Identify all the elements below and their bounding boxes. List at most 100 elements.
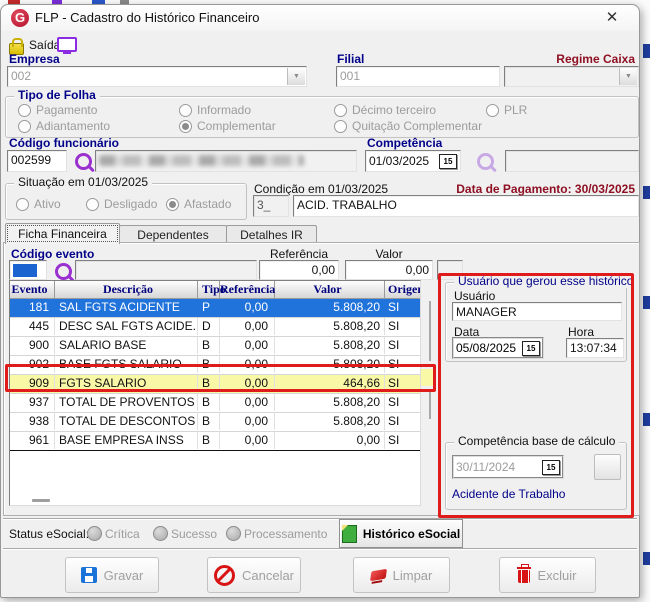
radio-label: Ativo xyxy=(34,197,61,211)
save-icon xyxy=(80,567,97,583)
status-critica-icon xyxy=(87,526,102,541)
calendar-icon[interactable]: 15 xyxy=(439,153,457,169)
redacted-name xyxy=(99,155,304,166)
col-evento[interactable]: Evento xyxy=(10,281,55,298)
codigo-evento-input[interactable] xyxy=(9,260,47,280)
radio-pagamento[interactable]: Pagamento xyxy=(18,103,97,117)
eraser-icon xyxy=(369,568,387,582)
calendar-icon[interactable]: 15 xyxy=(542,459,560,475)
tab-ficha-financeira[interactable]: Ficha Financeira xyxy=(5,223,120,244)
search-evento-icon[interactable] xyxy=(55,263,72,280)
data-input[interactable]: 05/08/2025 15 xyxy=(452,337,544,359)
col-descricao[interactable]: Descrição xyxy=(55,281,198,298)
radio-icon xyxy=(18,119,31,133)
chevron-down-icon[interactable]: ▼ xyxy=(287,68,305,85)
radio-decimo-terceiro[interactable]: Décimo terceiro xyxy=(334,103,436,117)
calendar-icon[interactable]: 15 xyxy=(522,340,540,356)
close-icon[interactable]: ✕ xyxy=(601,8,623,28)
divider xyxy=(3,548,637,550)
radio-icon xyxy=(18,103,31,117)
filial-combobox[interactable]: 001 xyxy=(336,66,500,87)
usuario-groupbox: Usuário que gerou esse histórico Usuário… xyxy=(445,274,638,362)
radio-icon xyxy=(166,197,179,211)
usuario-input[interactable]: MANAGER xyxy=(452,302,622,321)
codigo-funcionario-input[interactable]: 002599 xyxy=(7,150,67,172)
radio-label: Desligado xyxy=(104,197,158,211)
competencia-date-input[interactable]: 01/03/2025 15 xyxy=(365,150,461,172)
competencia-base-button[interactable] xyxy=(594,454,621,480)
document-icon xyxy=(341,524,357,543)
codigo-funcionario-label: Código funcionário xyxy=(9,136,119,150)
col-referencia[interactable]: Referência xyxy=(220,281,275,298)
radio-label: Quitação Complementar xyxy=(352,119,483,133)
table-row[interactable]: 900 SALARIO BASE B 0,00 5.808,20 SI xyxy=(10,337,420,356)
status-critica-label: Crítica xyxy=(105,527,140,541)
regime-caixa-combobox[interactable]: ▼ xyxy=(504,66,639,87)
table-row[interactable]: 902 BASE FGTS SALARIO B 0,00 5.808,20 SI xyxy=(10,356,420,375)
vertical-scrollbar[interactable] xyxy=(429,301,431,361)
table-row[interactable]: 181 SAL FGTS ACIDENTE P 0,00 5.808,20 SI xyxy=(10,299,420,318)
search-competencia-icon[interactable] xyxy=(477,153,494,170)
competencia-extra-field xyxy=(505,150,639,172)
competencia-label: Competência xyxy=(367,136,443,150)
radio-informado[interactable]: Informado xyxy=(179,103,251,117)
window-title: FLP - Cadastro do Histórico Financeiro xyxy=(35,10,260,25)
radio-icon xyxy=(16,197,29,211)
status-sucesso-label: Sucesso xyxy=(171,527,218,541)
vertical-scrollbar[interactable] xyxy=(429,391,431,419)
app-logo-icon: G xyxy=(11,9,29,27)
hora-input[interactable]: 13:07:34 xyxy=(566,338,624,358)
tipo-de-folha-groupbox: Tipo de Folha Pagamento Informado Décimo… xyxy=(5,88,639,138)
col-tipo[interactable]: Tipo xyxy=(198,281,226,298)
radio-quitacao-complementar[interactable]: Quitação Complementar xyxy=(334,119,482,133)
col-valor[interactable]: Valor xyxy=(275,281,385,298)
gravar-button[interactable]: Gravar xyxy=(65,557,159,593)
empresa-combobox[interactable]: 002 ▼ xyxy=(7,66,307,87)
radio-plr[interactable]: PLR xyxy=(486,103,527,117)
title-bar[interactable]: G FLP - Cadastro do Histórico Financeiro… xyxy=(1,5,639,31)
chevron-down-icon[interactable]: ▼ xyxy=(619,68,637,85)
table-row[interactable]: 938 TOTAL DE DESCONTOS B 0,00 5.808,20 SI xyxy=(10,413,420,432)
limpar-button[interactable]: Limpar xyxy=(353,557,450,593)
competencia-base-input[interactable]: 30/11/2024 15 xyxy=(452,455,564,479)
cancelar-button[interactable]: Cancelar xyxy=(207,557,301,593)
highlight-extension xyxy=(421,369,433,386)
radio-complementar[interactable]: Complementar xyxy=(179,119,276,133)
cancelar-label: Cancelar xyxy=(241,567,295,583)
empresa-label: Empresa xyxy=(9,52,60,66)
table-row[interactable]: 961 BASE EMPRESA INSS B 0,00 0,00 SI xyxy=(10,432,420,451)
radio-afastado[interactable]: Afastado xyxy=(166,197,231,211)
filial-value: 001 xyxy=(340,69,361,83)
table-row[interactable]: 937 TOTAL DE PROVENTOS B 0,00 5.808,20 SI xyxy=(10,394,420,413)
table-row-highlighted[interactable]: 909 FGTS SALARIO B 0,00 464,66 SI xyxy=(10,375,420,394)
status-sucesso-icon xyxy=(153,526,168,541)
monitor-icon[interactable] xyxy=(57,37,77,54)
excluir-button[interactable]: Excluir xyxy=(499,557,596,593)
data-pagamento-label: Data de Pagamento: 30/03/2025 xyxy=(456,182,635,196)
radio-icon xyxy=(486,103,499,117)
dialog-window: G FLP - Cadastro do Histórico Financeiro… xyxy=(0,4,640,598)
eventos-table[interactable]: Evento Descrição Tipo Referência Valor O… xyxy=(9,280,421,506)
table-row[interactable]: 445 DESC SAL FGTS ACIDE... D 0,00 5.808,20 SI xyxy=(10,318,420,337)
radio-icon xyxy=(179,103,192,117)
search-funcionario-icon[interactable] xyxy=(75,153,92,170)
usuario-groupbox-title: Usuário que gerou esse histórico xyxy=(454,274,638,288)
historico-esocial-button[interactable]: Histórico eSocial xyxy=(339,519,463,548)
evento-descricao-field xyxy=(75,260,257,280)
regime-caixa-label: Regime Caixa xyxy=(556,52,635,66)
horizontal-scrollbar[interactable] xyxy=(32,499,50,502)
radio-adiantamento[interactable]: Adiantamento xyxy=(18,119,110,133)
historico-esocial-label: Histórico eSocial xyxy=(362,526,461,541)
exit-button[interactable]: Saída xyxy=(29,38,60,52)
radio-icon xyxy=(179,119,192,133)
situacao-groupbox: Situação em 01/03/2025 Ativo Desligado A… xyxy=(5,175,247,220)
condicao-code-input[interactable]: 3_ xyxy=(253,195,289,217)
radio-ativo[interactable]: Ativo xyxy=(16,197,61,211)
condicao-descricao-field: ACID. TRABALHO xyxy=(293,195,639,217)
valor-input[interactable]: 0,00 xyxy=(345,260,433,280)
referencia-label: Referência xyxy=(269,247,329,261)
col-origem[interactable]: Origem xyxy=(385,281,420,298)
status-processamento-label: Processamento xyxy=(244,527,328,541)
referencia-input[interactable]: 0,00 xyxy=(259,260,339,280)
radio-desligado[interactable]: Desligado xyxy=(86,197,157,211)
